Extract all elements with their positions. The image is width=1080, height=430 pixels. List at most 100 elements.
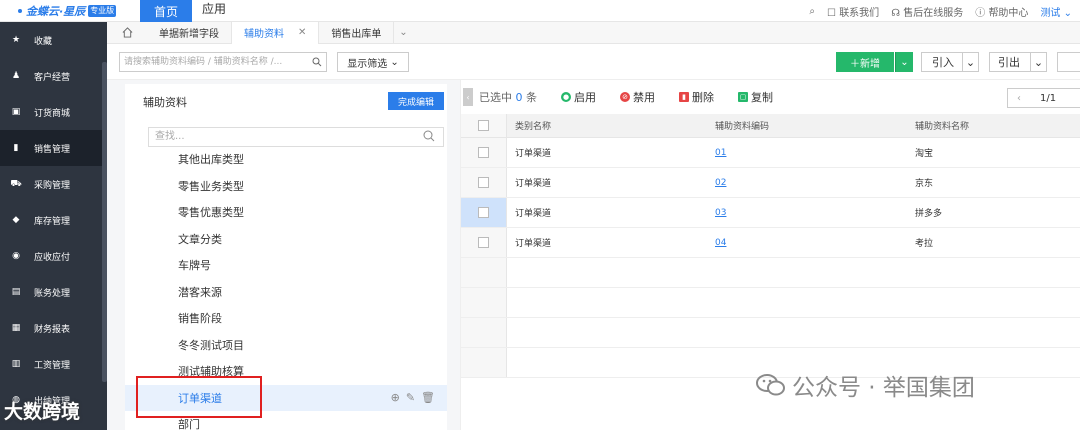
sidebar-item[interactable]: ▥ 工资管理 bbox=[0, 346, 107, 382]
logo[interactable]: 金蝶云·星辰 专业版 bbox=[0, 0, 140, 22]
table-row[interactable]: 订单渠道 03 拼多多 bbox=[461, 198, 1080, 228]
table-row[interactable]: 订单渠道 04 考拉 bbox=[461, 228, 1080, 258]
category-label: 销售阶段 bbox=[178, 312, 222, 326]
category-label: 文章分类 bbox=[178, 232, 222, 246]
enable-button[interactable]: ● 启用 bbox=[561, 89, 596, 105]
table-row[interactable]: 订单渠道 01 淘宝 bbox=[461, 138, 1080, 168]
help-link[interactable]: ⓘ 帮助中心 bbox=[975, 4, 1028, 19]
row-checkbox-cell[interactable] bbox=[461, 168, 507, 197]
row-checkbox-cell[interactable] bbox=[461, 198, 507, 227]
sidebar-item[interactable]: ◆ 库存管理 bbox=[0, 202, 107, 238]
category-item[interactable]: 潜客来源 bbox=[125, 279, 447, 306]
close-icon[interactable]: ✕ bbox=[298, 27, 306, 38]
category-item[interactable]: 车牌号 bbox=[125, 252, 447, 279]
code-link[interactable]: 02 bbox=[715, 178, 726, 188]
table-row[interactable]: 订单渠道 02 京东 bbox=[461, 168, 1080, 198]
import-button[interactable]: 引入 ⌄ bbox=[921, 52, 979, 72]
delete-button[interactable]: ▮ 删除 bbox=[679, 89, 714, 105]
category-item[interactable]: 零售业务类型 bbox=[125, 173, 447, 200]
tab-aux-data[interactable]: 辅助资料 ✕ bbox=[232, 21, 320, 44]
search-input[interactable]: 请搜索辅助资料编码 / 辅助资料名称 /... bbox=[119, 52, 327, 72]
column-header[interactable]: 类别名称 bbox=[507, 119, 707, 132]
new-label: 新增 bbox=[860, 58, 880, 70]
category-label: 冬冬测试项目 bbox=[178, 338, 244, 352]
code-link[interactable]: 04 bbox=[715, 238, 726, 248]
edit-icon[interactable]: ✎ bbox=[406, 391, 415, 404]
after-sales-link[interactable]: ☊ 售后在线服务 bbox=[891, 4, 963, 19]
done-edit-button[interactable]: 完成编辑 bbox=[388, 92, 444, 110]
column-header[interactable]: 辅助资料名称 bbox=[907, 119, 1080, 132]
toolbar: 请搜索辅助资料编码 / 辅助资料名称 /... 显示筛选 ⌄ ＋ 新增 ⌄ 引入… bbox=[107, 44, 1080, 80]
pager[interactable]: ‹ 1/1 bbox=[1007, 88, 1080, 108]
disable-button[interactable]: ⊘ 禁用 bbox=[620, 89, 655, 105]
category-item[interactable]: 零售优惠类型 bbox=[125, 199, 447, 226]
chevron-down-icon[interactable]: ⌄ bbox=[962, 53, 978, 71]
contact-link[interactable]: ☐ 联系我们 bbox=[827, 4, 879, 19]
trash-icon[interactable]: 🗑 bbox=[421, 391, 435, 404]
ledger-icon: ▤ bbox=[11, 287, 21, 297]
name-cell: 拼多多 bbox=[915, 209, 943, 219]
nav-home[interactable]: 首页 bbox=[140, 0, 192, 22]
top-right-links: ⌕ ☐ 联系我们 ☊ 售后在线服务 ⓘ 帮助中心 测试 ⌄ bbox=[809, 0, 1072, 22]
column-header[interactable]: 辅助资料编码 bbox=[707, 119, 907, 132]
category-label: 部门 bbox=[178, 418, 200, 430]
find-placeholder: 查找... bbox=[155, 131, 185, 142]
sidebar-item[interactable]: ◉ 应收应付 bbox=[0, 238, 107, 274]
collapse-arrow-icon[interactable]: ‹ bbox=[463, 88, 473, 106]
tab-label: 单据新增字段 bbox=[159, 29, 219, 40]
search-icon[interactable]: ⌕ bbox=[809, 6, 815, 17]
user-menu[interactable]: 测试 ⌄ bbox=[1040, 4, 1072, 19]
sidebar-item[interactable]: ▣ 订货商城 bbox=[0, 94, 107, 130]
sidebar-item[interactable]: ▤ 账务处理 bbox=[0, 274, 107, 310]
checkbox[interactable] bbox=[478, 207, 489, 218]
show-filter-button[interactable]: 显示筛选 ⌄ bbox=[337, 52, 409, 72]
export-button[interactable]: 引出 ⌄ bbox=[989, 52, 1047, 72]
sidebar-item-label: 销售管理 bbox=[34, 144, 71, 155]
sidebar-item[interactable]: ▮ 销售管理 bbox=[0, 130, 107, 166]
copy-label: 复制 bbox=[751, 91, 773, 104]
copy-button[interactable]: ▢ 复制 bbox=[738, 89, 773, 105]
code-link[interactable]: 01 bbox=[715, 148, 726, 158]
add-icon[interactable]: ⊕ bbox=[391, 391, 400, 404]
category-item[interactable]: 其他出库类型 bbox=[125, 146, 447, 173]
category-cell: 订单渠道 bbox=[515, 179, 552, 189]
home-tab-icon[interactable] bbox=[107, 22, 147, 44]
category-item[interactable]: 文章分类 bbox=[125, 226, 447, 253]
new-button[interactable]: ＋ 新增 bbox=[836, 52, 894, 72]
category-item[interactable]: 冬冬测试项目 bbox=[125, 332, 447, 359]
tab-sales-outbound[interactable]: 销售出库单 bbox=[319, 21, 395, 44]
row-checkbox-cell[interactable] bbox=[461, 138, 507, 167]
select-all-checkbox[interactable] bbox=[461, 114, 507, 137]
delete-label: 删除 bbox=[692, 91, 714, 104]
category-search-input[interactable]: 查找... bbox=[148, 127, 444, 147]
sidebar-item[interactable]: ▦ 财务报表 bbox=[0, 310, 107, 346]
tab-doc-fields[interactable]: 单据新增字段 bbox=[147, 21, 232, 44]
category-label: 零售业务类型 bbox=[178, 179, 244, 193]
prev-page-icon[interactable]: ‹ bbox=[1008, 93, 1030, 104]
selected-count: 0 bbox=[515, 91, 523, 104]
empty-row bbox=[461, 288, 1080, 318]
chevron-down-icon[interactable]: ⌄ bbox=[394, 22, 412, 44]
contact-label: 联系我们 bbox=[839, 7, 880, 19]
new-dropdown-chevron-icon[interactable]: ⌄ bbox=[895, 52, 913, 72]
checkbox[interactable] bbox=[478, 120, 489, 131]
star-icon: ★ bbox=[11, 35, 21, 45]
watermark-right: 公众号 · 举国集团 bbox=[756, 368, 975, 402]
checkbox[interactable] bbox=[478, 177, 489, 188]
row-checkbox-cell[interactable] bbox=[461, 228, 507, 257]
chevron-down-icon[interactable]: ⌄ bbox=[1030, 53, 1046, 71]
checkbox[interactable] bbox=[478, 237, 489, 248]
checkbox[interactable] bbox=[478, 147, 489, 158]
category-actions: ⊕ ✎ 🗑 bbox=[391, 391, 435, 404]
sidebar-item[interactable]: ♟ 客户经营 bbox=[0, 58, 107, 94]
sidebar-item[interactable]: ⛟ 采购管理 bbox=[0, 166, 107, 202]
more-button[interactable] bbox=[1057, 52, 1080, 72]
nav-app[interactable]: 应用 bbox=[202, 0, 226, 22]
search-icon[interactable] bbox=[312, 56, 322, 74]
code-link[interactable]: 03 bbox=[715, 208, 726, 218]
sidebar-item[interactable]: ★ 收藏 bbox=[0, 22, 107, 58]
tab-bar: 单据新增字段 辅助资料 ✕ 销售出库单 ⌄ bbox=[107, 21, 1080, 44]
enable-icon: ● bbox=[561, 92, 571, 102]
user-label: 测试 bbox=[1040, 7, 1061, 19]
category-item[interactable]: 销售阶段 bbox=[125, 305, 447, 332]
